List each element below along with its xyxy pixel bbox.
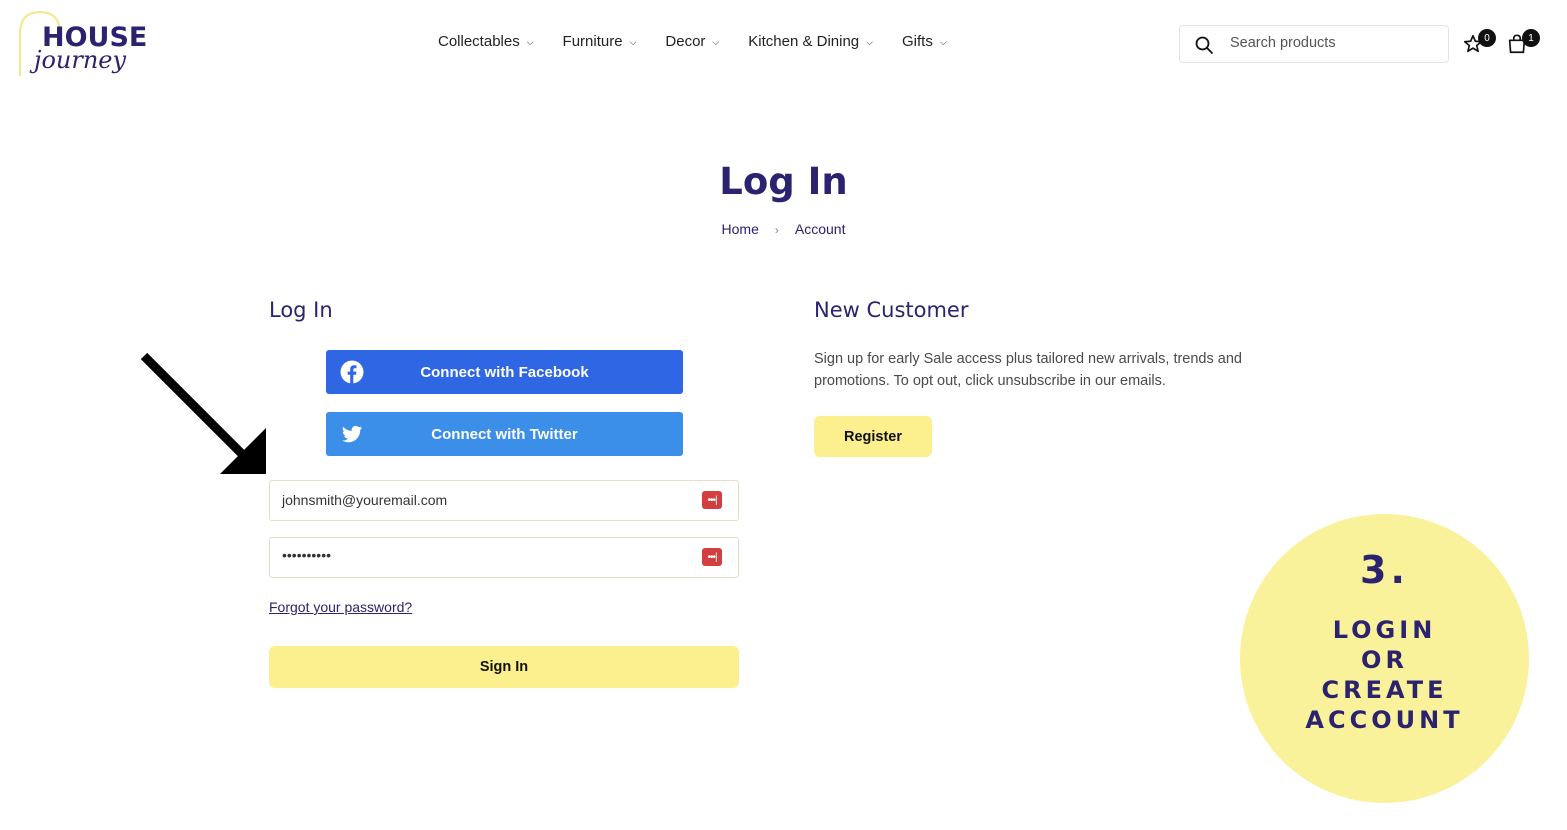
nav-item-collectables[interactable]: Collectables ⌵ <box>438 33 534 50</box>
nav-label: Gifts <box>901 33 933 50</box>
email-field[interactable]: johnsmith@youremail.com •••| <box>269 480 739 521</box>
connect-facebook-button[interactable]: Connect with Facebook <box>326 350 683 394</box>
facebook-button-label: Connect with Facebook <box>420 363 589 381</box>
email-value: johnsmith@youremail.com <box>282 492 448 508</box>
login-heading: Log In <box>269 298 333 322</box>
site-logo[interactable]: HOUSE journey <box>14 8 147 80</box>
step-instruction: LOGIN OR CREATE ACCOUNT <box>1240 615 1529 735</box>
nav-label: Furniture <box>562 33 623 50</box>
step-instruction-line: LOGIN <box>1332 616 1437 644</box>
register-label: Register <box>843 428 903 445</box>
nav-item-furniture[interactable]: Furniture ⌵ <box>563 33 637 50</box>
nav-label: Decor <box>665 33 706 50</box>
new-customer-description: Sign up for early Sale access plus tailo… <box>814 351 1242 389</box>
nav-label: Kitchen & Dining <box>748 33 860 50</box>
search-icon[interactable] <box>1194 35 1214 55</box>
twitter-button-label: Connect with Twitter <box>431 425 578 443</box>
step-number: 3. <box>1360 548 1409 592</box>
breadcrumb-home-link[interactable]: Home <box>722 221 759 237</box>
register-button[interactable]: Register <box>814 416 932 457</box>
step-instruction-line: OR <box>1361 646 1408 674</box>
breadcrumb: Home › Account <box>0 221 1567 237</box>
nav-item-kitchen-dining[interactable]: Kitchen & Dining ⌵ <box>748 33 873 50</box>
sign-in-label: Sign In <box>479 659 529 675</box>
chevron-down-icon: ⌵ <box>526 37 534 47</box>
chevron-down-icon: ⌵ <box>939 37 947 47</box>
nav-item-decor[interactable]: Decor ⌵ <box>665 33 719 50</box>
chevron-down-icon: ⌵ <box>629 37 637 47</box>
chevron-down-icon: ⌵ <box>712 37 720 47</box>
step-annotation-circle: 3. LOGIN OR CREATE ACCOUNT <box>1240 514 1529 803</box>
nav-label: Collectables <box>438 33 520 50</box>
step-instruction-line: ACCOUNT <box>1305 706 1464 734</box>
password-manager-icon[interactable]: •••| <box>702 548 722 566</box>
password-manager-icon[interactable]: •••| <box>702 491 722 509</box>
page-title: Log In <box>719 160 848 203</box>
forgot-password-link[interactable]: Forgot your password? <box>269 599 412 615</box>
nav-item-gifts[interactable]: Gifts ⌵ <box>902 33 947 50</box>
search-box <box>1179 25 1449 63</box>
new-customer-heading: New Customer <box>814 298 969 322</box>
breadcrumb-current: Account <box>794 221 846 237</box>
facebook-icon <box>340 360 364 384</box>
password-field[interactable]: •••••••••• •••| <box>269 537 739 578</box>
wishlist-button[interactable]: 0 <box>1462 29 1496 60</box>
chevron-down-icon: ⌵ <box>866 37 873 47</box>
arrow-pointer-icon <box>140 352 266 474</box>
main-nav: Collectables ⌵ Furniture ⌵ Decor ⌵ Kitch… <box>438 33 976 50</box>
twitter-icon <box>341 425 363 443</box>
wishlist-count-badge: 0 <box>1478 29 1496 47</box>
cart-button[interactable]: 1 <box>1506 29 1540 60</box>
connect-twitter-button[interactable]: Connect with Twitter <box>326 412 683 456</box>
step-instruction-line: CREATE <box>1321 676 1448 704</box>
search-input[interactable] <box>1228 34 1442 52</box>
cart-count-badge: 1 <box>1522 29 1540 47</box>
logo-text-journey: journey <box>34 46 127 74</box>
sign-in-button[interactable]: Sign In <box>269 646 739 688</box>
password-value: •••••••••• <box>282 547 332 563</box>
breadcrumb-separator: › <box>774 223 779 237</box>
